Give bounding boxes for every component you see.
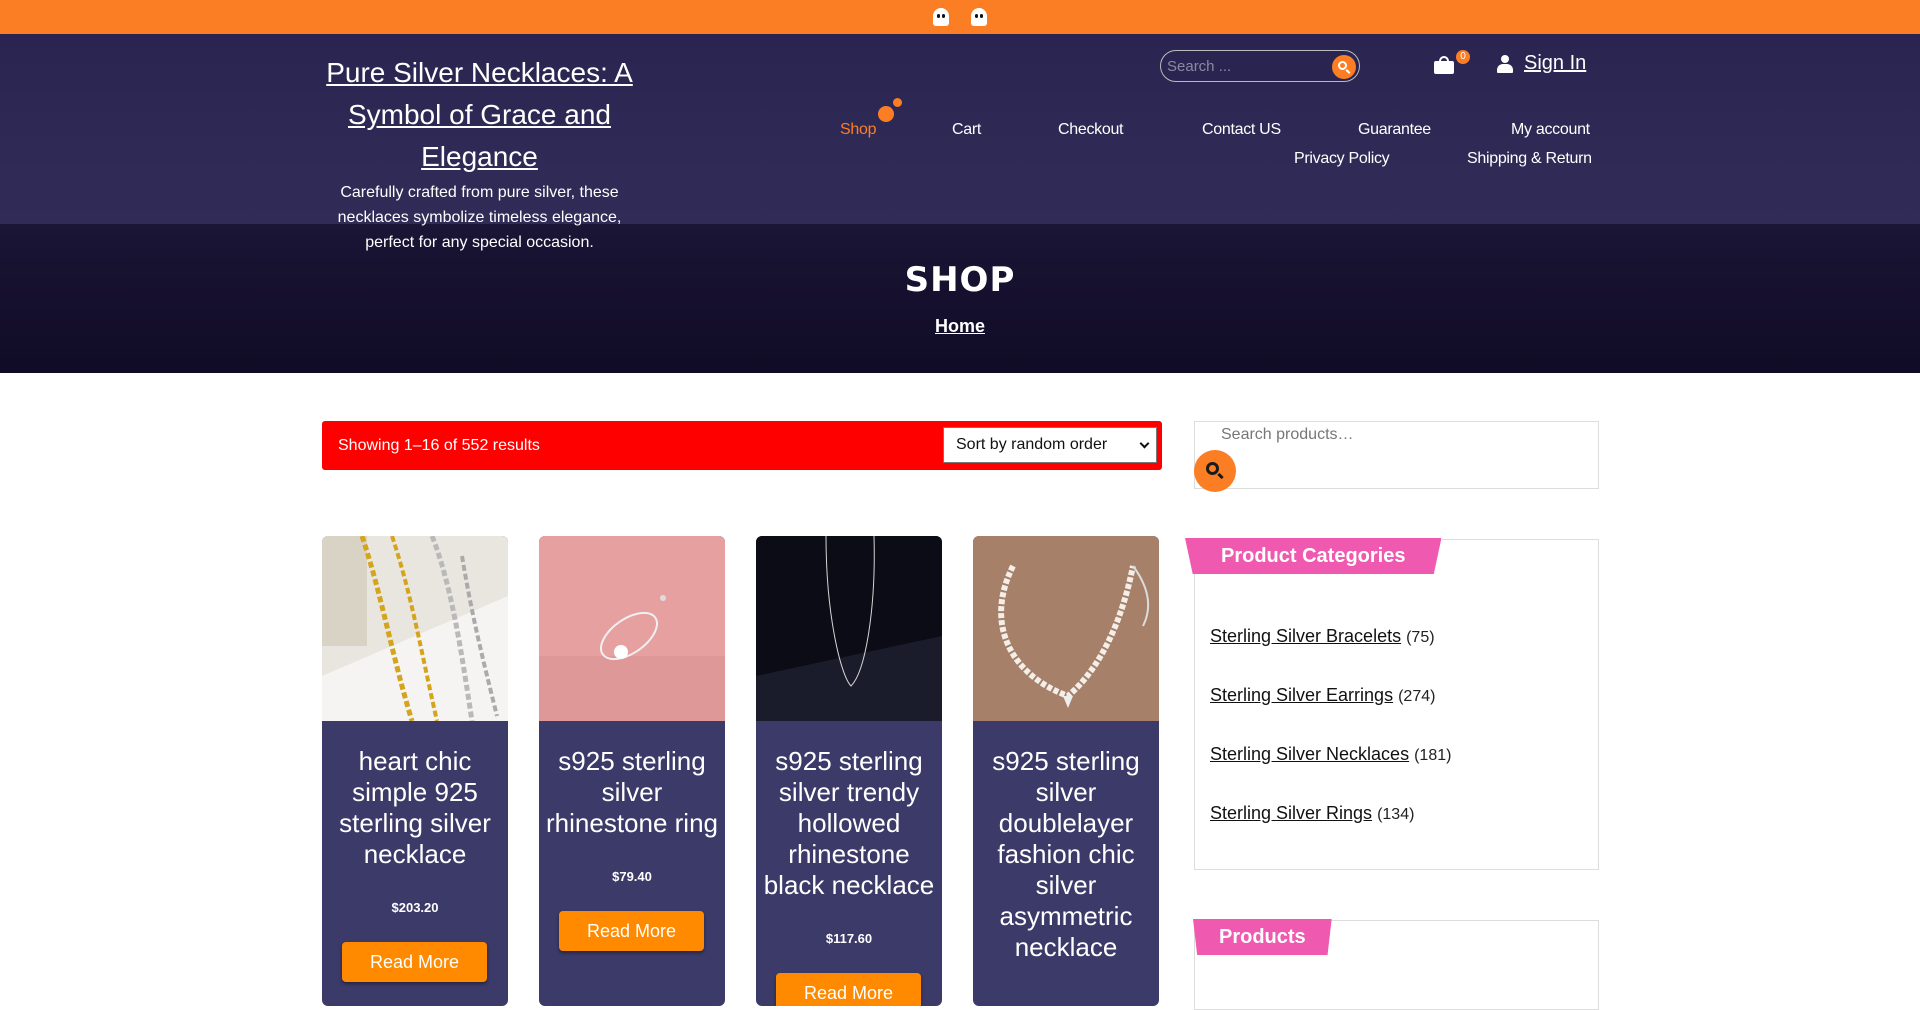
category-count: (181) [1414, 747, 1452, 764]
header-search-input[interactable]: Search ... [1160, 50, 1360, 82]
product-price: $79.40 [612, 869, 652, 884]
results-bar: Showing 1–16 of 552 results Sort by rand… [322, 421, 1162, 470]
category-link[interactable]: Sterling Silver Earrings [1210, 685, 1393, 705]
header-search-placeholder: Search ... [1167, 58, 1232, 75]
product-image[interactable] [973, 536, 1159, 721]
category-link[interactable]: Sterling Silver Rings [1210, 803, 1372, 823]
category-link[interactable]: Sterling Silver Necklaces [1210, 744, 1409, 764]
active-indicator-dot [893, 98, 902, 107]
site-title-link[interactable]: Pure Silver Necklaces: A Symbol of Grace… [318, 52, 641, 178]
product-card[interactable]: heart chic simple 925 sterling silver ne… [322, 536, 508, 1006]
product-search-placeholder: Search products… [1221, 426, 1354, 443]
nav-item-shop[interactable]: Shop [840, 121, 876, 139]
nav-item-guarantee[interactable]: Guarantee [1358, 121, 1431, 139]
read-more-button[interactable]: Read More [559, 911, 704, 951]
product-image[interactable] [322, 536, 508, 721]
product-categories-widget: Product Categories Sterling Silver Brace… [1185, 538, 1599, 870]
product-title[interactable]: s925 sterling silver trendy hollowed rhi… [762, 746, 936, 901]
product-price: $203.20 [391, 900, 439, 915]
ghost-icon [971, 8, 987, 26]
product-card[interactable]: s925 sterling silver rhinestone ring $79… [539, 536, 725, 1006]
read-more-button[interactable]: Read More [342, 942, 487, 982]
category-item: Sterling Silver Bracelets (75) [1210, 626, 1451, 685]
product-title[interactable]: heart chic simple 925 sterling silver ne… [328, 746, 502, 870]
product-card[interactable]: s925 sterling silver doublelayer fashion… [973, 536, 1159, 1006]
widget-title: Products [1193, 919, 1332, 955]
sort-selected-value: Sort by random order [956, 436, 1108, 453]
search-icon [1206, 462, 1219, 475]
product-search-button[interactable] [1194, 450, 1236, 492]
active-indicator-dot [878, 106, 894, 122]
category-count: (75) [1406, 629, 1435, 646]
category-link[interactable]: Sterling Silver Bracelets [1210, 626, 1401, 646]
nav-item-my-account[interactable]: My account [1511, 121, 1590, 139]
nav-item-cart[interactable]: Cart [952, 121, 981, 139]
category-item: Sterling Silver Rings (134) [1210, 803, 1451, 862]
breadcrumb-home[interactable]: Home [0, 316, 1920, 337]
cart-icon[interactable] [1434, 56, 1454, 74]
product-card[interactable]: s925 sterling silver trendy hollowed rhi… [756, 536, 942, 1006]
ghost-icon [933, 8, 949, 26]
product-title[interactable]: s925 sterling silver doublelayer fashion… [979, 746, 1153, 963]
nav-item-checkout[interactable]: Checkout [1058, 121, 1124, 139]
sign-in-link[interactable]: Sign In [1524, 52, 1586, 75]
product-price: $117.60 [825, 931, 873, 946]
product-image[interactable] [539, 536, 725, 721]
category-item: Sterling Silver Necklaces (181) [1210, 744, 1451, 803]
search-icon [1338, 61, 1347, 70]
chevron-down-icon [1139, 438, 1150, 449]
header-search-button[interactable] [1332, 55, 1356, 79]
sort-select[interactable]: Sort by random order [943, 427, 1157, 463]
category-count: (134) [1377, 806, 1415, 823]
page-title: SHOP [904, 260, 1016, 300]
nav-item-contact-us[interactable]: Contact US [1202, 121, 1281, 139]
read-more-button[interactable]: Read More [776, 973, 921, 1006]
user-icon [1497, 55, 1513, 73]
site-description: Carefully crafted from pure silver, thes… [337, 184, 622, 251]
widget-title: Product Categories [1185, 538, 1442, 574]
product-image[interactable] [756, 536, 942, 721]
products-widget: Products [1193, 919, 1599, 1010]
product-title[interactable]: s925 sterling silver rhinestone ring [545, 746, 719, 839]
top-bar [0, 0, 1920, 34]
nav-item-privacy-policy[interactable]: Privacy Policy [1294, 150, 1390, 168]
nav-item-shipping-return[interactable]: Shipping & Return [1467, 150, 1592, 168]
category-item: Sterling Silver Earrings (274) [1210, 685, 1451, 744]
category-count: (274) [1398, 688, 1436, 705]
product-search-input[interactable]: Search products… [1194, 421, 1599, 492]
category-list: Sterling Silver Bracelets (75) Sterling … [1210, 626, 1451, 862]
cart-count-badge: 0 [1456, 50, 1470, 64]
result-count: Showing 1–16 of 552 results [338, 437, 540, 454]
